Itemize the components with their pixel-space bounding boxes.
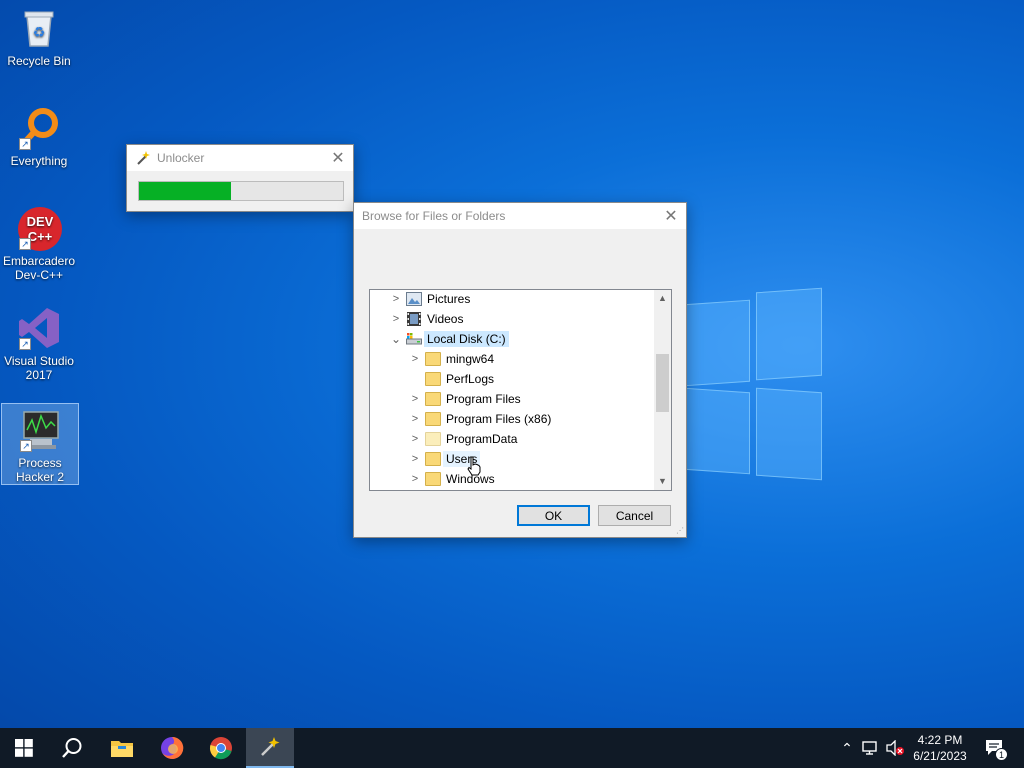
process-hacker-icon: ↗ <box>18 408 62 452</box>
tree-item-programdata[interactable]: > ProgramData <box>407 429 517 449</box>
show-hidden-icons-chevron-up-icon[interactable]: ⌃ <box>838 728 856 768</box>
folder-tree[interactable]: > Pictures > Videos ⌄ Local Disk (C:) > … <box>369 289 672 491</box>
system-clock[interactable]: 4:22 PM 6/21/2023 <box>904 732 976 764</box>
scroll-down-icon[interactable]: ▼ <box>654 473 671 490</box>
tree-item-perflogs[interactable]: PerfLogs <box>407 369 494 389</box>
tree-item-videos[interactable]: > Videos <box>388 309 463 329</box>
tree-item-pictures[interactable]: > Pictures <box>388 290 471 309</box>
chevron-right-icon[interactable]: > <box>407 413 423 425</box>
search-icon <box>62 738 82 758</box>
tree-scrollbar[interactable]: ▲ ▼ <box>654 290 671 490</box>
desktop-icon-visual-studio[interactable]: ↗ Visual Studio 2017 <box>0 306 78 382</box>
file-explorer-icon <box>111 741 133 757</box>
unlocker-titlebar[interactable]: Unlocker ✕ <box>127 145 353 171</box>
network-icon[interactable] <box>860 728 882 768</box>
desktop-icon-everything[interactable]: ↗ Everything <box>0 106 78 168</box>
chevron-right-icon[interactable]: > <box>407 353 423 365</box>
folder-icon <box>425 412 441 426</box>
recycle-bin-icon: ♻ <box>17 6 61 50</box>
browse-dialog-title: Browse for Files or Folders <box>362 209 506 223</box>
tree-item-label: Videos <box>427 312 464 326</box>
shortcut-arrow-icon: ↗ <box>20 440 32 452</box>
devcpp-icon: DEV C++ ↗ <box>17 206 62 251</box>
folder-icon <box>425 372 441 386</box>
close-icon[interactable]: ✕ <box>656 203 686 229</box>
shortcut-arrow-icon: ↗ <box>19 338 31 350</box>
wallpaper-windows-logo <box>684 287 824 481</box>
volume-muted-icon[interactable] <box>884 728 906 768</box>
ok-button[interactable]: OK <box>517 505 590 526</box>
browse-titlebar[interactable]: Browse for Files or Folders ✕ <box>354 203 686 229</box>
shortcut-arrow-icon: ↗ <box>19 138 31 150</box>
tree-item-label: Program Files (x86) <box>446 412 552 426</box>
cancel-button[interactable]: Cancel <box>598 505 671 526</box>
tree-item-label: mingw64 <box>446 352 495 366</box>
tree-item-local-disk[interactable]: ⌄ Local Disk (C:) <box>388 329 509 349</box>
taskbar-file-explorer[interactable] <box>98 728 146 768</box>
chevron-right-icon[interactable]: > <box>407 433 423 445</box>
desktop-icon-label: Everything <box>10 154 68 168</box>
everything-search-icon: ↗ <box>17 106 61 150</box>
tree-item-label: PerfLogs <box>446 372 495 386</box>
unlocker-window: Unlocker ✕ <box>126 144 354 212</box>
desktop-icon-recycle-bin[interactable]: ♻ Recycle Bin <box>0 6 78 68</box>
folder-icon <box>425 392 441 406</box>
close-icon[interactable]: ✕ <box>323 145 353 171</box>
progress-fill <box>139 182 231 200</box>
devcpp-logo-text: C++ <box>28 229 53 244</box>
unlocker-progress-bar <box>138 181 344 201</box>
tree-item-program-files-x86[interactable]: > Program Files (x86) <box>407 409 551 429</box>
tree-item-label: Local Disk (C:) <box>424 331 509 347</box>
desktop-icon-label: Visual Studio 2017 <box>4 354 74 382</box>
taskbar-unlocker[interactable] <box>246 728 294 768</box>
tree-item-mingw64[interactable]: > mingw64 <box>407 349 494 369</box>
hand-cursor-icon <box>466 456 482 476</box>
tree-item-label: Pictures <box>427 292 471 306</box>
tree-item-label: ProgramData <box>446 432 518 446</box>
unlocker-wand-icon <box>135 150 151 166</box>
chevron-right-icon[interactable]: > <box>407 393 423 405</box>
pictures-icon <box>406 292 422 306</box>
chevron-right-icon[interactable]: > <box>388 293 404 305</box>
desktop-icon-label: Process Hacker 2 <box>15 456 65 484</box>
drive-icon <box>406 332 422 346</box>
taskbar-chrome[interactable] <box>197 728 245 768</box>
chevron-down-icon[interactable]: ⌄ <box>388 332 404 346</box>
tree-item-program-files[interactable]: > Program Files <box>407 389 521 409</box>
unlocker-title: Unlocker <box>157 151 205 165</box>
browse-dialog: Browse for Files or Folders ✕ > Pictures… <box>353 202 687 538</box>
chevron-right-icon[interactable]: > <box>407 473 423 485</box>
desktop-icon-label: Recycle Bin <box>7 54 71 68</box>
desktop-icon-label: Embarcadero Dev-C++ <box>2 254 76 282</box>
scroll-up-icon[interactable]: ▲ <box>654 290 671 307</box>
desktop-icon-devcpp[interactable]: DEV C++ ↗ Embarcadero Dev-C++ <box>0 206 78 282</box>
folder-icon <box>425 472 441 486</box>
search-button[interactable] <box>48 728 96 768</box>
action-center-button[interactable]: 1 <box>980 728 1010 768</box>
start-button[interactable] <box>0 728 48 768</box>
folder-icon <box>425 432 441 446</box>
desktop-icon-process-hacker[interactable]: ↗ Process Hacker 2 <box>1 403 79 485</box>
folder-icon <box>425 352 441 366</box>
taskbar-firefox[interactable] <box>148 728 196 768</box>
folder-icon <box>425 452 441 466</box>
firefox-icon <box>161 736 184 759</box>
svg-text:♻: ♻ <box>33 25 46 41</box>
visual-studio-icon: ↗ <box>17 306 61 350</box>
taskbar: ⌃ 4:22 PM 6/21/2023 1 <box>0 728 1024 768</box>
unlocker-wand-icon <box>261 737 280 756</box>
scroll-thumb[interactable] <box>656 354 669 412</box>
chrome-icon <box>209 737 232 760</box>
clock-date: 6/21/2023 <box>913 749 967 763</box>
chevron-right-icon[interactable]: > <box>388 313 404 325</box>
devcpp-logo-text: DEV <box>27 214 54 229</box>
chevron-right-icon[interactable]: > <box>407 453 423 465</box>
clock-time: 4:22 PM <box>917 733 963 747</box>
videos-icon <box>406 312 422 326</box>
windows-start-icon <box>15 739 33 757</box>
tree-item-label: Program Files <box>446 392 521 406</box>
resize-grip-icon[interactable]: ⋰ <box>676 527 684 535</box>
shortcut-arrow-icon: ↗ <box>19 238 31 250</box>
notification-count-badge: 1 <box>995 748 1008 761</box>
